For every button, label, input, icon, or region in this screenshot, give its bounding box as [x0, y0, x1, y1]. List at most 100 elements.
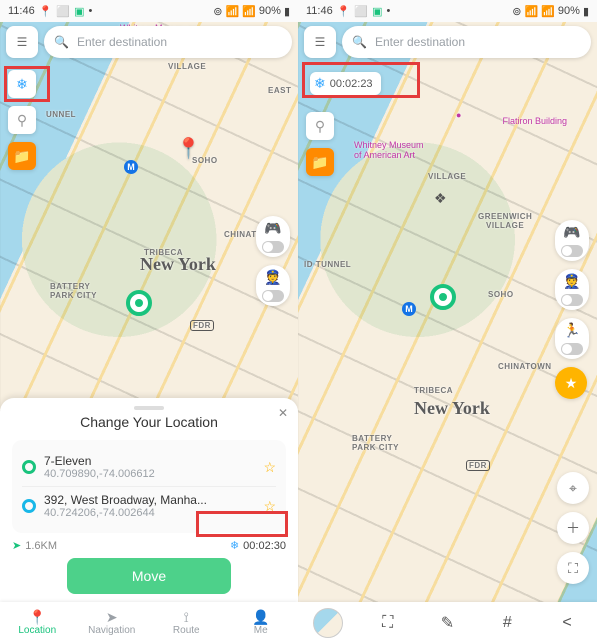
hamburger-icon: ☰	[315, 35, 326, 49]
nav-route[interactable]: ⟟ Route	[149, 602, 224, 644]
hash-icon: #	[503, 614, 512, 632]
label-tunnel: ID TUNNEL	[304, 260, 351, 269]
location-balloon-button[interactable]: ⚲	[8, 106, 36, 134]
close-sheet-button[interactable]: ✕	[278, 406, 288, 420]
battery-text: 90%	[558, 5, 580, 17]
label-village: VILLAGE	[168, 62, 206, 71]
cooldown-chip[interactable]: ❄ 00:02:23	[310, 72, 381, 95]
sheet-title: Change Your Location	[12, 414, 286, 430]
label-greenwich: GREENWICH VILLAGE	[478, 212, 532, 230]
to-location-row[interactable]: 392, West Broadway, Manha... 40.724206,-…	[22, 486, 276, 525]
joystick-switch[interactable]	[262, 241, 284, 253]
status-time: 11:46	[306, 5, 333, 17]
search-placeholder: Enter destination	[375, 35, 465, 49]
status-bar: 11:46 📍 ⬜ ▣ • ⊚ 📶 📶 90% ▮	[298, 0, 597, 22]
from-coords: 40.709890,-74.006612	[44, 468, 255, 480]
nav-navigation[interactable]: ➤ Navigation	[75, 602, 150, 644]
more-icon: •	[387, 5, 391, 17]
metro-icon: M	[124, 160, 138, 174]
map-style-button[interactable]	[298, 602, 358, 644]
action-bar: ⛶ ✎ # <	[298, 602, 597, 644]
current-location-marker[interactable]	[126, 290, 152, 316]
drag-handle-icon[interactable]	[134, 406, 164, 410]
route-flag-icon: ❖	[434, 190, 447, 207]
app-icon: ▣	[372, 5, 382, 18]
wifi-icon: 📶	[226, 5, 240, 18]
label-tribeca: TRIBECA	[414, 386, 453, 395]
bottom-nav: 📍 Location ➤ Navigation ⟟ Route 👤 Me	[0, 602, 298, 644]
poi-museum: Whitney Museum of American Art	[354, 140, 424, 160]
nav-location[interactable]: 📍 Location	[0, 602, 75, 644]
from-favorite-button[interactable]: ☆	[263, 459, 276, 476]
phone-left-screenshot: 11:46 📍 ⬜ ▣ • ⊚ 📶 📶 90% ▮ Whitney Museum…	[0, 0, 298, 644]
joystick-switch[interactable]	[561, 245, 583, 257]
hide-toggle[interactable]: 👮	[555, 269, 589, 310]
scan-button[interactable]: ⛶	[557, 552, 589, 584]
label-chinatown: CHINATOWN	[498, 362, 552, 371]
search-input[interactable]: 🔍 Enter destination	[44, 26, 292, 58]
label-battery: BATTERYPARK CITY	[352, 434, 399, 452]
runner-icon: 🏃	[563, 322, 580, 339]
joystick-icon: 🎮	[563, 224, 580, 241]
signal-icon: 📶	[242, 5, 256, 18]
current-location-marker[interactable]	[430, 284, 456, 310]
snowflake-icon: ❄	[314, 75, 326, 92]
menu-button[interactable]: ☰	[6, 26, 38, 58]
share-icon: <	[562, 614, 571, 632]
cloud-icon: ⬜	[354, 5, 368, 18]
label-tunnel: UNNEL	[46, 110, 76, 119]
joystick-toggle[interactable]: 🎮	[256, 216, 290, 257]
walk-toggle[interactable]: 🏃	[555, 318, 589, 359]
favorite-button[interactable]: ★	[555, 367, 587, 399]
hide-switch[interactable]	[561, 294, 583, 306]
wifi-icon: 📶	[525, 5, 539, 18]
pin-icon: 📍	[29, 610, 46, 624]
from-location-row[interactable]: 7-Eleven 40.709890,-74.006612 ☆	[22, 448, 276, 486]
capture-button[interactable]: ⛶	[358, 602, 418, 644]
paper-plane-icon: ➤	[12, 539, 21, 552]
plus-icon: ＋	[566, 518, 580, 538]
hamburger-icon: ☰	[17, 35, 28, 49]
cooldown-timer: 00:02:23	[330, 78, 373, 90]
destination-pin-icon[interactable]: 📍	[176, 136, 201, 161]
city-label: New York	[414, 398, 490, 419]
label-village: VILLAGE	[428, 172, 466, 181]
person-icon: 👤	[252, 610, 269, 624]
snowflake-icon: ❄	[230, 539, 239, 552]
folder-button[interactable]: 📁	[8, 142, 36, 170]
search-placeholder: Enter destination	[77, 35, 167, 49]
label-east: EAST	[268, 86, 291, 95]
phone-right-screenshot: 11:46 📍 ⬜ ▣ • ⊚ 📶 📶 90% ▮ Flatiron Build…	[298, 0, 597, 644]
poi-dot-icon: ●	[456, 110, 461, 120]
to-favorite-button[interactable]: ☆	[263, 498, 276, 515]
from-pin-icon	[22, 460, 36, 474]
battery-icon: ▮	[583, 5, 589, 18]
nav-me[interactable]: 👤 Me	[224, 602, 299, 644]
add-button[interactable]: ＋	[557, 512, 589, 544]
menu-button[interactable]: ☰	[304, 26, 336, 58]
from-name: 7-Eleven	[44, 454, 255, 468]
folder-button[interactable]: 📁	[306, 148, 334, 176]
hide-switch[interactable]	[262, 290, 284, 302]
locate-me-button[interactable]: ⌖	[557, 472, 589, 504]
wifi-extra-icon: ⊚	[512, 5, 521, 18]
search-icon: 🔍	[352, 35, 367, 49]
joystick-toggle[interactable]: 🎮	[555, 220, 589, 261]
location-balloon-button[interactable]: ⚲	[306, 112, 334, 140]
metro-icon: M	[402, 302, 416, 316]
distance-value: 1.6KM	[25, 540, 57, 552]
snowflake-button[interactable]: ❄	[8, 70, 36, 98]
label-fdr: FDR	[190, 320, 214, 331]
label-fdr: FDR	[466, 460, 490, 471]
walk-switch[interactable]	[561, 343, 583, 355]
poi-flatiron: Flatiron Building	[502, 116, 567, 126]
more-icon: •	[89, 5, 93, 17]
share-button[interactable]: <	[537, 602, 597, 644]
hide-toggle[interactable]: 👮	[256, 265, 290, 306]
edit-route-button[interactable]: ✎	[418, 602, 478, 644]
cloud-icon: ⬜	[56, 5, 70, 18]
coordinate-button[interactable]: #	[477, 602, 537, 644]
battery-text: 90%	[259, 5, 281, 17]
move-button[interactable]: Move	[67, 558, 231, 594]
search-input[interactable]: 🔍 Enter destination	[342, 26, 591, 58]
